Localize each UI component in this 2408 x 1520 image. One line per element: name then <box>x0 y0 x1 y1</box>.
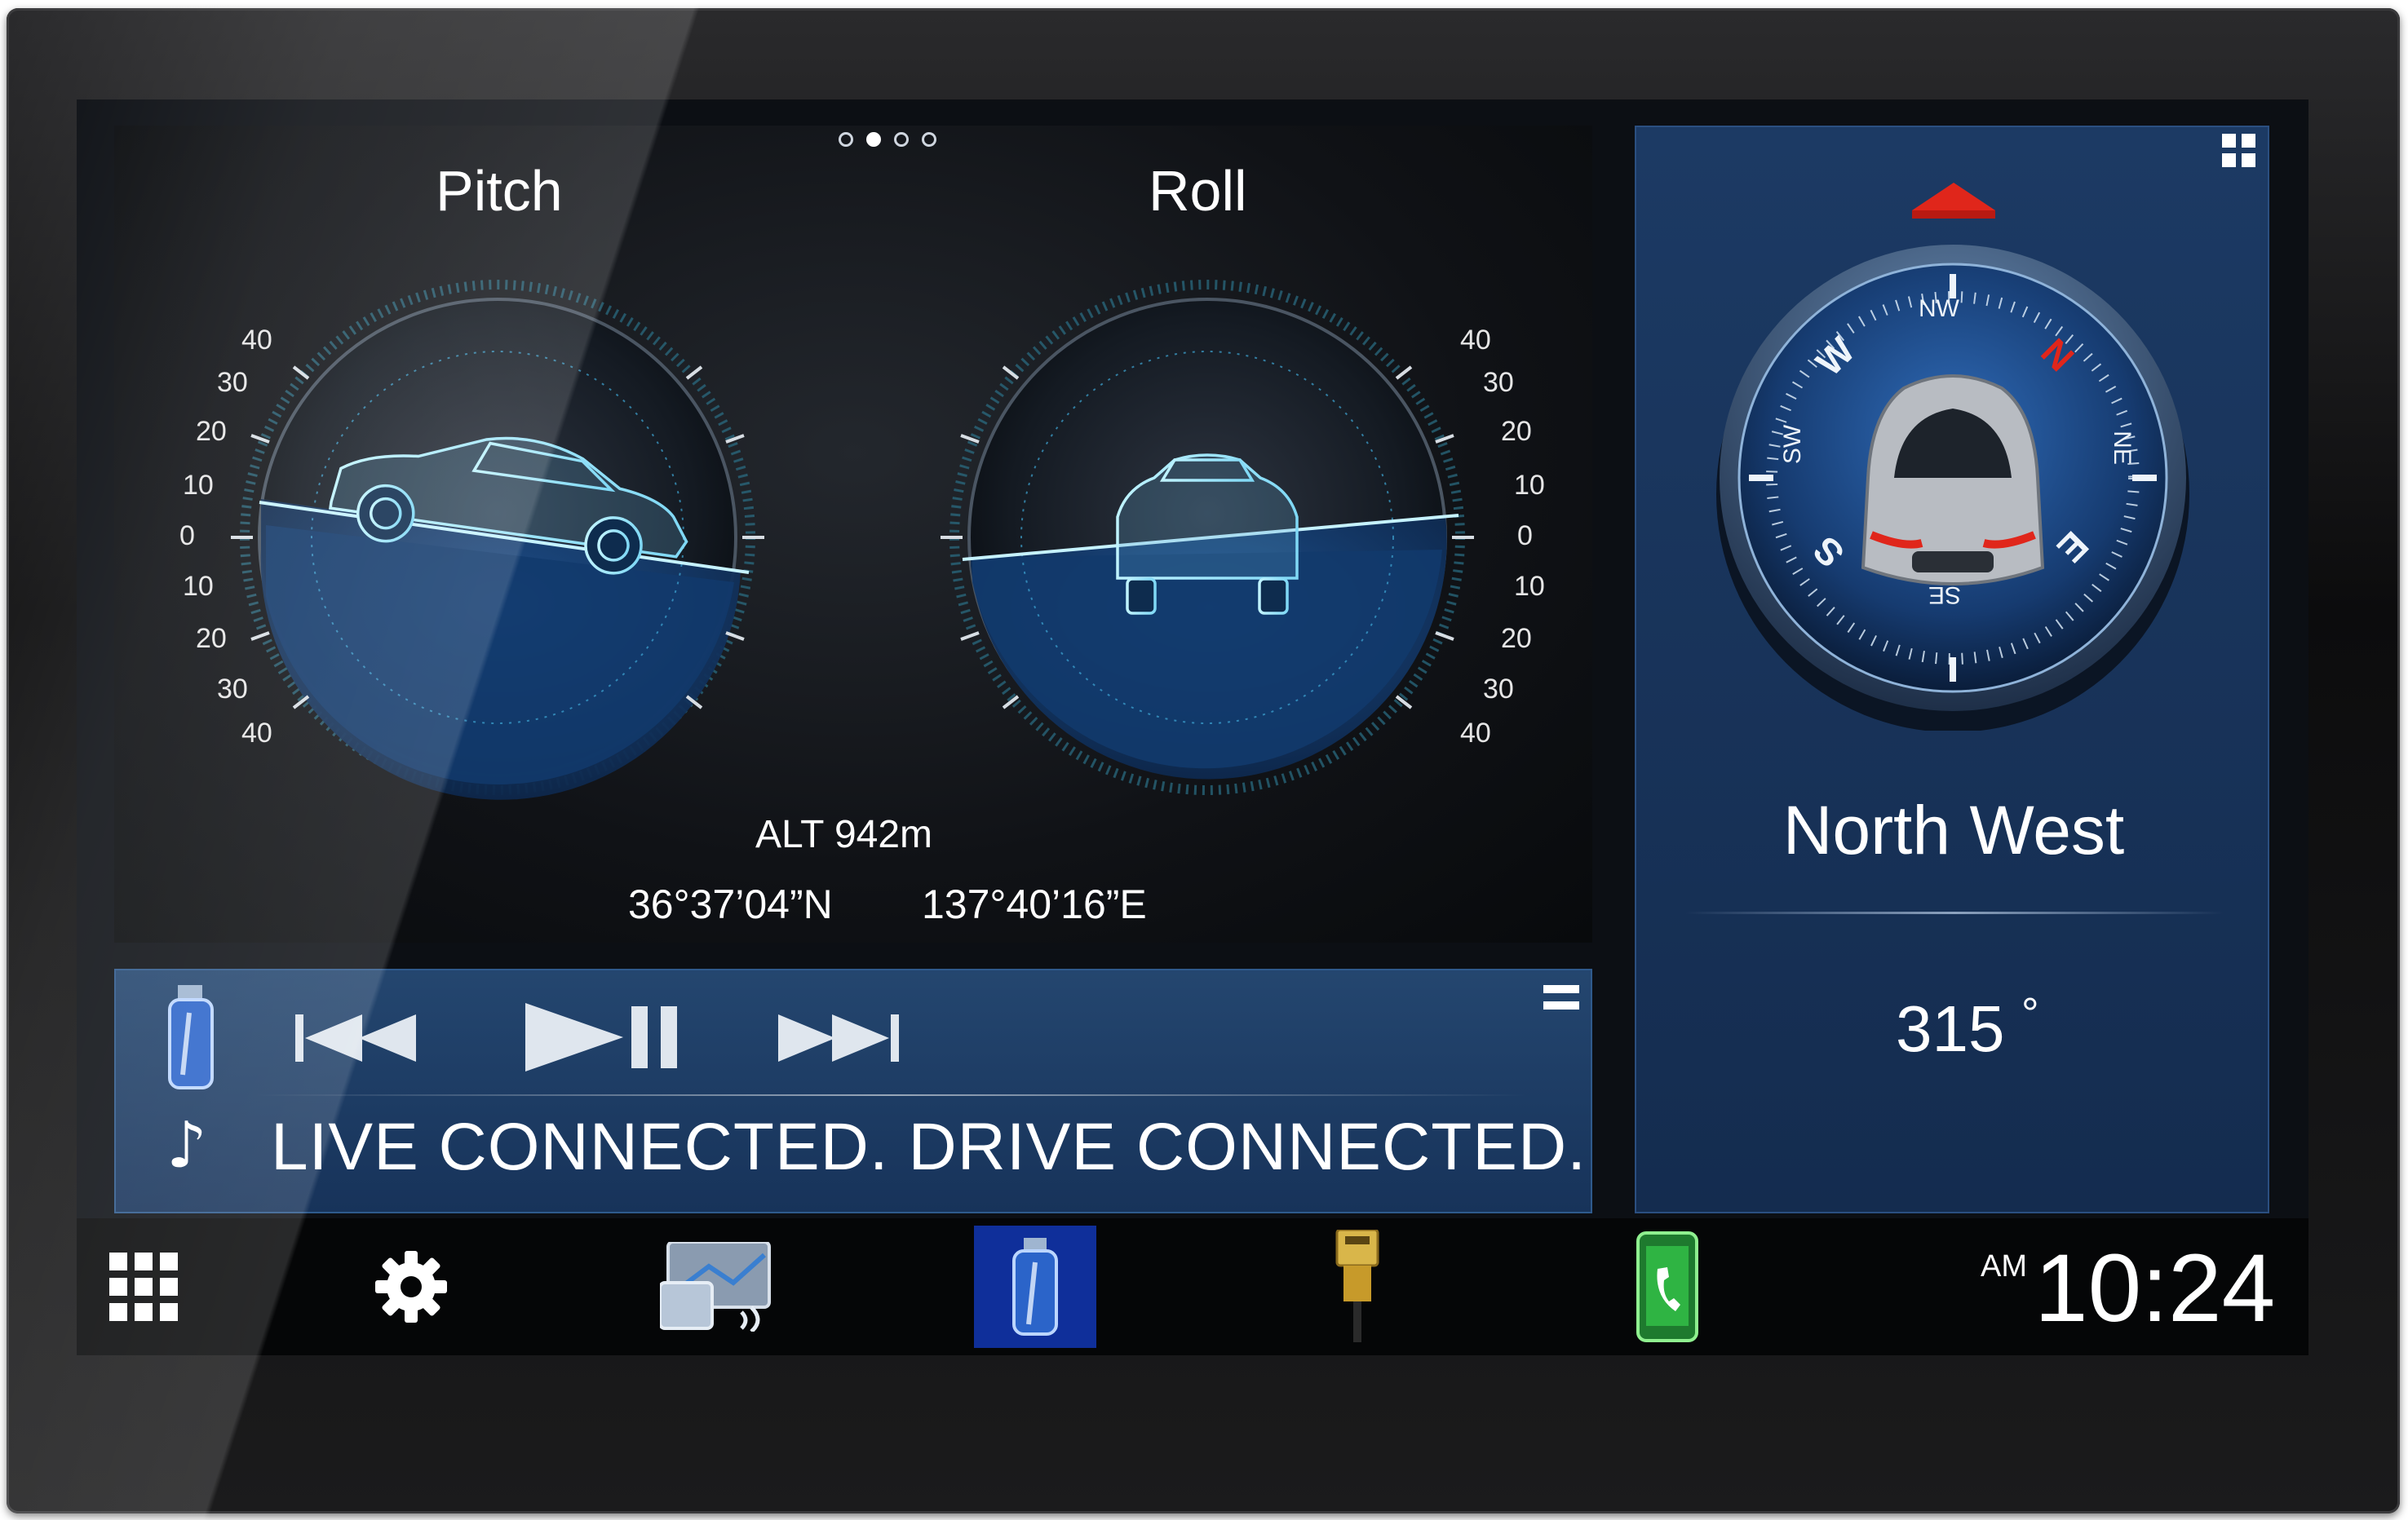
roll-scale-label: 10 <box>1514 571 1545 602</box>
pitch-scale-label: 10 <box>183 470 214 501</box>
compass-panel: NW N NE E SE S SW W North West 315 ° <box>1635 126 2269 1213</box>
dial-label-sw: SW <box>1779 424 1807 465</box>
grid-icon[interactable] <box>2222 134 2256 171</box>
phone-icon[interactable] <box>1627 1218 1708 1355</box>
compass-degrees: 315 <box>1896 992 2005 1065</box>
roll-scale-label: 40 <box>1460 718 1491 749</box>
skip-previous-icon[interactable] <box>295 1011 423 1068</box>
roll-scale-label: 20 <box>1501 416 1532 447</box>
degree-symbol: ° <box>2021 989 2039 1038</box>
compass-direction: North West <box>1782 792 2125 868</box>
skip-next-icon[interactable] <box>778 1011 905 1068</box>
gear-icon[interactable] <box>362 1218 460 1355</box>
bottom-nav-bar: AM 10:24 <box>77 1218 2308 1355</box>
roll-scale-label: 0 <box>1517 520 1533 551</box>
map-phone-icon[interactable] <box>656 1218 778 1355</box>
pitch-scale-label: 10 <box>183 571 214 602</box>
apps-grid-icon[interactable] <box>101 1218 186 1355</box>
longitude-readout: 137°40’16”E <box>922 882 1147 927</box>
nav-usb-button-active[interactable] <box>974 1226 1096 1348</box>
roll-gauge <box>941 280 1474 795</box>
hdmi-cable-icon[interactable] <box>1317 1218 1398 1355</box>
dial-label-ne: NE <box>2108 431 2136 465</box>
pitch-scale-label: 20 <box>196 623 227 654</box>
latitude-readout: 36°37’04”N <box>628 882 833 927</box>
altitude-readout: ALT 942m <box>755 813 933 856</box>
pitch-scale-label: 0 <box>179 520 195 551</box>
music-note-icon: ♪ <box>166 1109 207 1182</box>
track-title: LIVE CONNECTED. DRIVE CONNECTED. <box>271 1110 1587 1184</box>
inclinometer-panel: Pitch Roll 40 30 20 10 0 10 20 30 40 40 … <box>114 126 1592 943</box>
head-unit-screen: Pitch Roll 40 30 20 10 0 10 20 30 40 40 … <box>77 99 2308 1355</box>
roll-scale-label: 30 <box>1483 674 1514 705</box>
roll-scale-label: 20 <box>1501 623 1532 654</box>
up-triangle-icon <box>1909 183 1999 223</box>
clock-time[interactable]: 10:24 <box>2034 1233 2275 1344</box>
pitch-scale-label: 20 <box>196 416 227 447</box>
dial-label-se: SE <box>1928 581 1962 608</box>
media-panel: ♪ LIVE CONNECTED. DRIVE CONNECTED. <box>114 969 1592 1213</box>
pitch-scale-label: 30 <box>217 367 248 398</box>
pitch-gauge <box>231 280 764 800</box>
dial-label-nw: NW <box>1919 295 1959 322</box>
pitch-scale-label: 40 <box>241 325 272 356</box>
usb-drive-icon <box>1012 1238 1058 1336</box>
pitch-scale-label: 30 <box>217 674 248 705</box>
roll-scale-label: 40 <box>1460 325 1491 356</box>
roll-scale-label: 10 <box>1514 470 1545 501</box>
media-divider <box>255 1094 1527 1096</box>
roll-scale-label: 30 <box>1483 367 1514 398</box>
compass-divider <box>1685 912 2224 914</box>
play-pause-icon[interactable] <box>525 1003 684 1075</box>
usb-drive-icon[interactable] <box>165 985 219 1091</box>
pitch-scale-label: 40 <box>241 718 272 749</box>
clock-ampm: AM <box>1981 1249 2027 1284</box>
list-menu-icon[interactable] <box>1543 982 1579 1021</box>
